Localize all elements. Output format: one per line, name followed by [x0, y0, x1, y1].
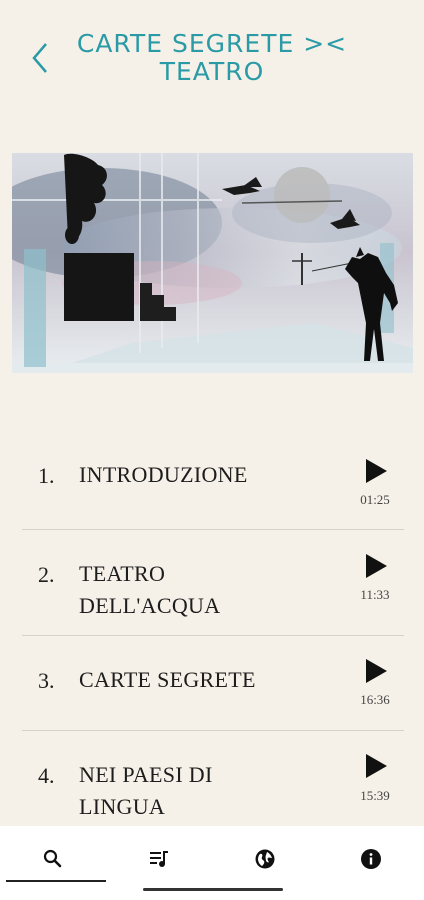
info-icon — [361, 849, 381, 869]
track-number: 1. — [38, 463, 55, 488]
play-button[interactable] — [364, 753, 388, 779]
nav-search[interactable] — [0, 826, 106, 892]
page-title: CARTE SEGRETE >< TEATRO — [60, 30, 364, 86]
globe-icon — [255, 849, 275, 869]
track-item[interactable]: 2. TEATRO DELL'ACQUA 11:33 — [22, 530, 404, 636]
track-duration: 15:39 — [360, 788, 390, 803]
page-title-line1: CARTE SEGRETE >< — [76, 29, 348, 58]
play-button[interactable] — [364, 458, 388, 484]
track-number: 3. — [38, 668, 55, 693]
back-button[interactable] — [26, 38, 56, 78]
play-icon — [366, 459, 387, 483]
track-title: INTRODUZIONE — [79, 462, 248, 487]
search-icon — [43, 849, 62, 868]
play-icon — [366, 659, 387, 683]
track-item[interactable]: 4. NEI PAESI DI LINGUA TEDESCA 15:39 — [22, 731, 404, 825]
track-duration: 16:36 — [360, 692, 390, 707]
chevron-left-icon — [32, 43, 47, 73]
track-title: NEI PAESI DI LINGUA TEDESCA — [79, 762, 213, 819]
track-item[interactable]: 1. INTRODUZIONE 01:25 — [22, 425, 404, 530]
track-number: 4. — [38, 763, 55, 788]
track-list: 1. INTRODUZIONE 01:25 2. TEATRO DELL'ACQ… — [22, 425, 404, 825]
nav-map[interactable] — [212, 826, 318, 892]
header: CARTE SEGRETE >< TEATRO — [0, 0, 424, 130]
play-button[interactable] — [364, 553, 388, 579]
track-title: CARTE SEGRETE — [79, 667, 256, 692]
play-button[interactable] — [364, 658, 388, 684]
track-duration: 11:33 — [360, 587, 390, 602]
track-number: 2. — [38, 562, 55, 587]
play-icon — [366, 754, 387, 778]
playlist-icon — [150, 851, 168, 867]
track-duration: 01:25 — [360, 492, 390, 507]
nav-playlist[interactable] — [106, 826, 212, 892]
track-title: TEATRO DELL'ACQUA — [79, 561, 221, 618]
hero-illustration — [12, 153, 413, 373]
play-icon — [366, 554, 387, 578]
home-indicator[interactable] — [143, 888, 283, 891]
bottom-nav — [0, 826, 424, 900]
track-item[interactable]: 3. CARTE SEGRETE 16:36 — [22, 636, 404, 731]
nav-info[interactable] — [318, 826, 424, 892]
page-title-line2: TEATRO — [159, 57, 265, 86]
active-tab-indicator — [6, 880, 106, 882]
